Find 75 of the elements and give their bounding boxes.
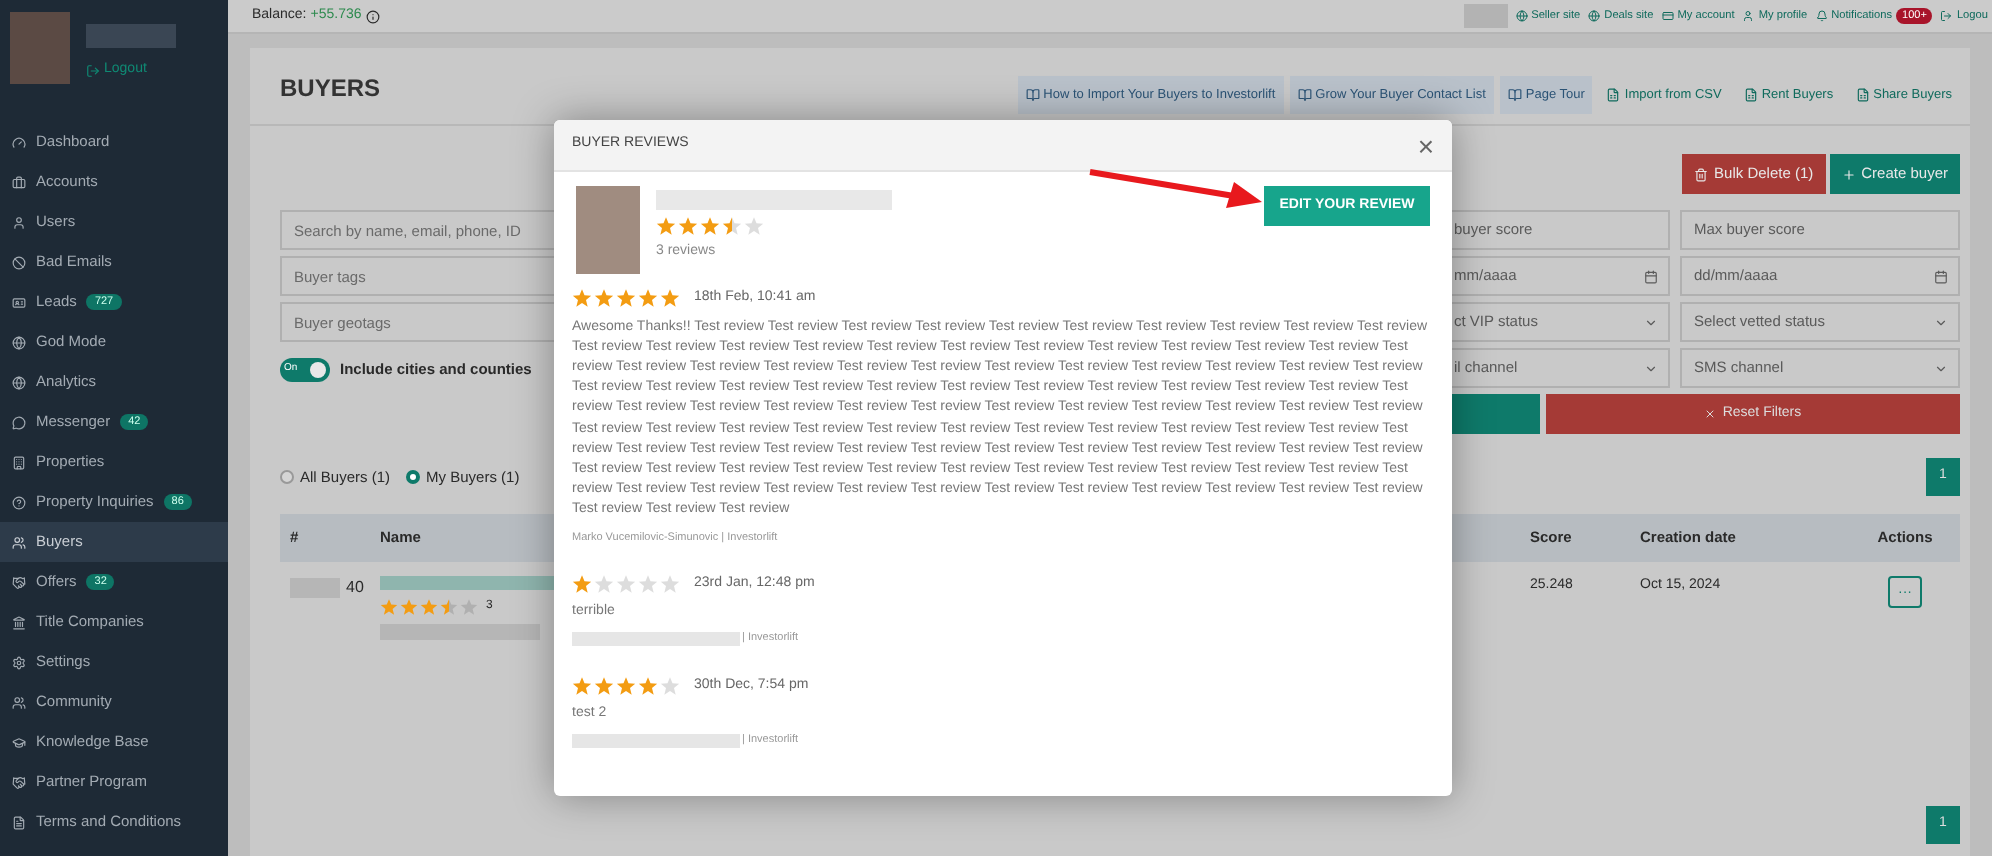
star-icon (380, 598, 398, 616)
star-icon (572, 574, 592, 595)
link-icon (1661, 9, 1674, 22)
photo-placeholder (576, 186, 640, 274)
close-button[interactable]: × (1417, 131, 1434, 159)
star-icon (400, 598, 418, 616)
star-icon (700, 216, 720, 236)
menu-icon (12, 775, 26, 789)
menu-icon (12, 655, 26, 669)
star-icon (616, 574, 636, 595)
star-icon (572, 288, 592, 309)
menu-icon (12, 695, 26, 709)
star-icon (744, 216, 764, 236)
menu-icon (12, 615, 26, 629)
link-icon (1515, 9, 1528, 22)
calendar-icon (1934, 269, 1948, 283)
star-icon (660, 574, 680, 595)
star-icon (440, 598, 458, 616)
star-icon (660, 288, 680, 309)
menu-icon (12, 815, 26, 829)
menu-icon (12, 455, 26, 469)
star-icon (656, 216, 676, 236)
plus-icon (1841, 167, 1856, 181)
menu-icon (12, 215, 26, 229)
link-icon (1940, 9, 1953, 22)
radio-button[interactable] (406, 470, 421, 484)
button-icon (1507, 88, 1522, 102)
menu-icon (12, 175, 26, 189)
button-icon (1606, 88, 1621, 102)
button-icon (1025, 88, 1040, 102)
button-icon (1743, 88, 1758, 102)
star-icon (616, 675, 636, 696)
button-icon (1297, 88, 1312, 102)
star-icon (638, 288, 658, 309)
star-icon (594, 288, 614, 309)
chevron-icon (1644, 361, 1658, 375)
chevron-icon (1934, 315, 1948, 329)
star-icon (594, 675, 614, 696)
star-icon (678, 216, 698, 236)
page-title: BUYERS (280, 72, 381, 106)
menu-icon (12, 575, 26, 589)
menu-icon (12, 495, 26, 509)
buyer-id: 40 (346, 576, 364, 600)
menu-icon (12, 375, 26, 389)
trash-icon (1694, 167, 1709, 181)
toggle-knob (310, 362, 326, 378)
menu-icon (12, 295, 26, 309)
close-icon (1704, 408, 1717, 420)
chevron-icon (1644, 315, 1658, 329)
button-icon (1855, 88, 1870, 102)
star-icon (638, 574, 658, 595)
star-icon (594, 574, 614, 595)
logout-icon (86, 63, 100, 78)
calendar-icon (1644, 269, 1658, 283)
menu-icon (12, 255, 26, 269)
menu-icon (12, 335, 26, 349)
star-icon (616, 288, 636, 309)
avatar-placeholder (10, 12, 70, 84)
menu-icon (12, 535, 26, 549)
link-icon (1742, 9, 1755, 22)
radio-button[interactable] (280, 470, 294, 484)
star-icon (660, 675, 680, 696)
star-icon (572, 675, 592, 696)
menu-icon (12, 415, 26, 429)
redacted-block (86, 24, 176, 48)
info-icon (365, 9, 380, 23)
menu-icon (12, 135, 26, 149)
star-icon (722, 216, 742, 236)
menu-icon (12, 735, 26, 749)
star-icon (460, 598, 478, 616)
link-icon (1588, 9, 1601, 22)
star-icon (420, 598, 438, 616)
chevron-icon (1934, 361, 1948, 375)
link-icon (1815, 9, 1828, 22)
star-icon (638, 675, 658, 696)
